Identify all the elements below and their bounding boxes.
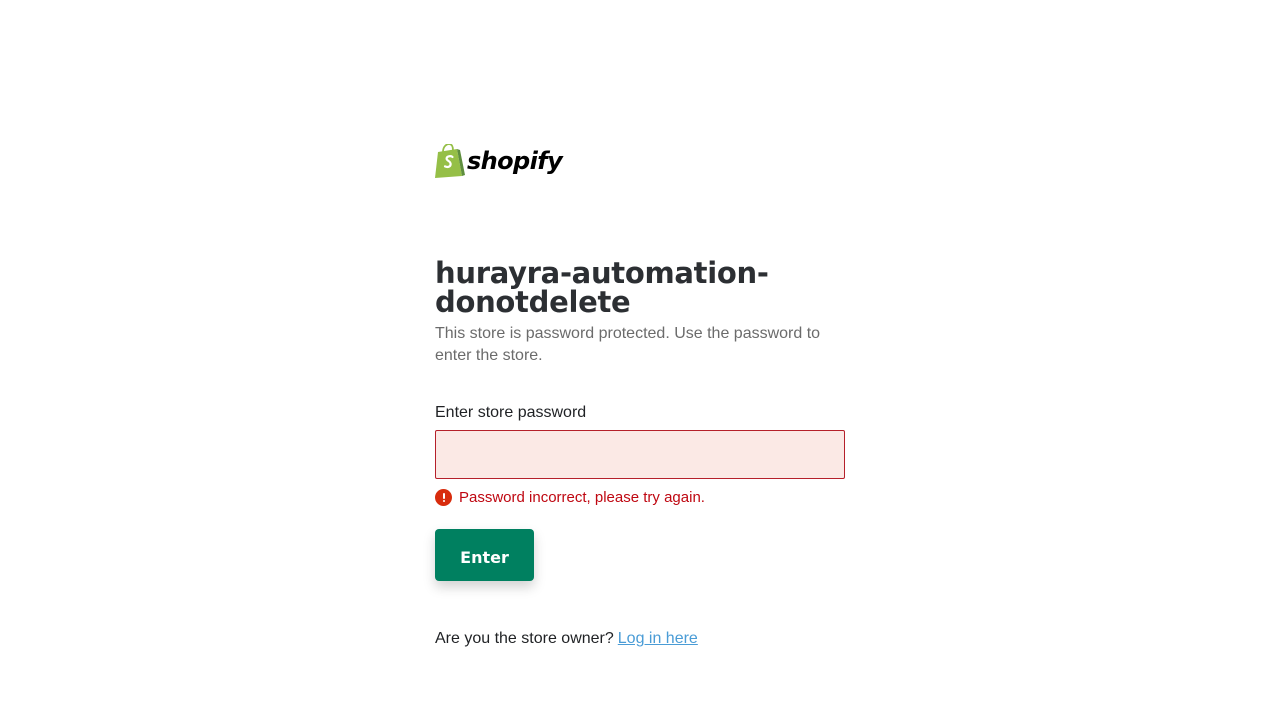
store-title: hurayra-automation-donotdelete — [435, 256, 769, 319]
error-message: Password incorrect, please try again. — [459, 489, 705, 506]
owner-prompt-text: Are you the store owner? — [435, 630, 614, 647]
password-error: Password incorrect, please try again. — [435, 489, 845, 506]
shopify-bag-icon — [435, 144, 465, 178]
password-label: Enter store password — [435, 404, 587, 421]
store-owner-prompt: Are you the store owner? Log in here — [435, 629, 845, 649]
store-subtitle: This store is password protected. Use th… — [435, 325, 821, 364]
password-form-container: shopify hurayra-automation-donotdelete T… — [435, 144, 845, 649]
enter-button[interactable]: Enter — [435, 529, 534, 581]
shopify-wordmark: shopify — [467, 147, 563, 175]
password-input[interactable] — [435, 430, 845, 479]
log-in-link[interactable]: Log in here — [618, 630, 698, 647]
alert-circle-icon — [435, 489, 452, 506]
shopify-logo: shopify — [435, 144, 845, 178]
password-page: shopify hurayra-automation-donotdelete T… — [0, 0, 1280, 720]
